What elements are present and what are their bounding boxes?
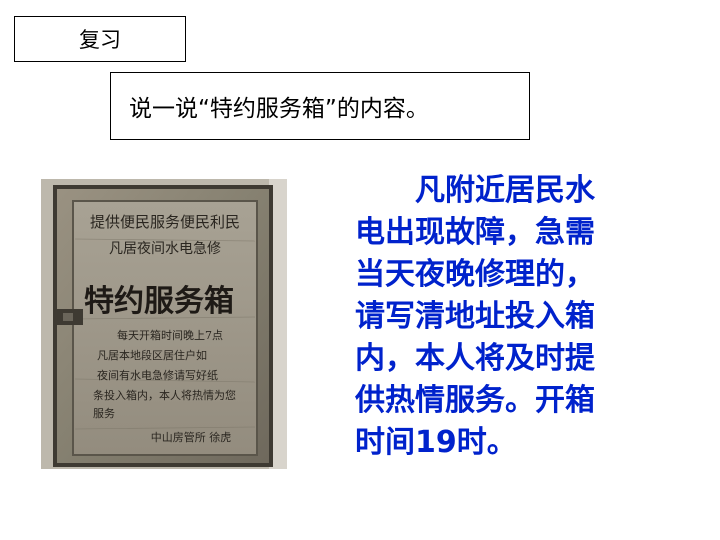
review-label: 复习 — [14, 16, 186, 62]
box-text-line: 凡居本地段区居住户如 — [97, 348, 207, 362]
box-header-line2: 凡居夜间水电急修 — [109, 241, 221, 257]
box-title: 特约服务箱 — [84, 284, 234, 319]
box-text-line: 服务 — [93, 407, 115, 420]
prompt-text: 说一说“特约服务箱”的内容。 — [129, 96, 429, 122]
prompt-box: 说一说“特约服务箱”的内容。 — [110, 72, 530, 140]
answer-text: 凡附近居民水电出现故障，急需当天夜晚修理的，请写清地址投入箱内，本人将及时提供热… — [355, 173, 595, 460]
box-text-line: 夜间有水电急修请写好纸 — [97, 368, 218, 382]
box-text-line: 条投入箱内，本人将热情为您 — [93, 388, 236, 402]
box-signature: 中山房管所 徐虎 — [151, 430, 232, 444]
service-box-photo: 提供便民服务便民利民 凡居夜间水电急修 特约服务箱 每天开箱时间晚上7点 凡居本… — [41, 179, 287, 469]
box-header-line1: 提供便民服务便民利民 — [90, 213, 240, 231]
box-text-line: 每天开箱时间晚上7点 — [117, 328, 223, 342]
box-latch-plate — [63, 313, 73, 321]
